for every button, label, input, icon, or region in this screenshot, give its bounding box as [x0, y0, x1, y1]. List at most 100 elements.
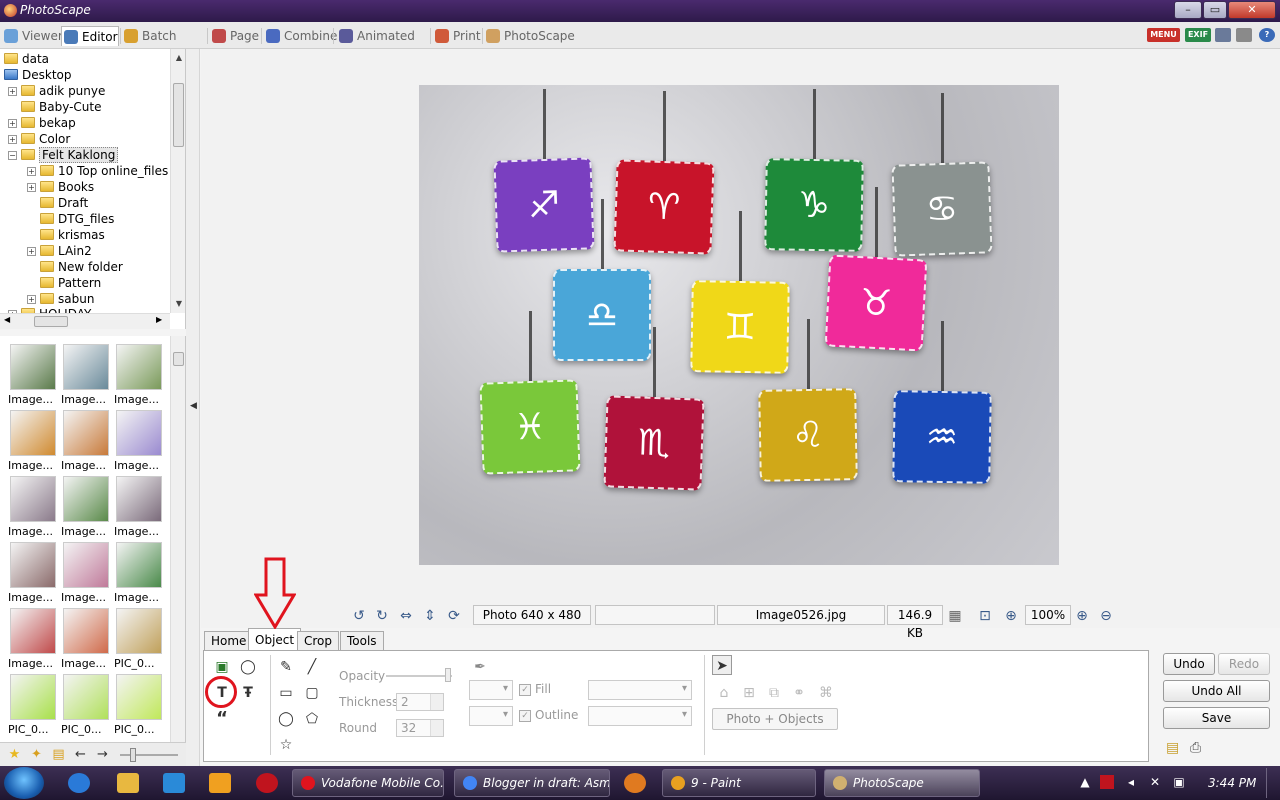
- opacity-slider[interactable]: [386, 675, 452, 677]
- flip-horizontal-icon[interactable]: ⇔: [398, 608, 414, 624]
- rotate-right-icon[interactable]: ↻: [374, 608, 390, 624]
- tree-item[interactable]: +10 Top online_files: [27, 163, 168, 179]
- rounded-rectangle-icon[interactable]: ▢: [302, 683, 322, 703]
- copy-icon[interactable]: [1236, 28, 1252, 42]
- ellipse-icon[interactable]: ◯: [276, 709, 296, 729]
- exif-button[interactable]: EXIF: [1185, 28, 1211, 42]
- maximize-button[interactable]: ▭: [1203, 1, 1227, 19]
- signal-icon[interactable]: [1100, 775, 1114, 789]
- print-icon[interactable]: ⎙: [1190, 740, 1201, 756]
- page-setup-icon[interactable]: ▤: [1166, 740, 1179, 756]
- volume-icon[interactable]: ◂: [1124, 775, 1138, 789]
- pencil-icon[interactable]: ✎: [276, 657, 296, 677]
- tab-page[interactable]: Page: [210, 26, 260, 46]
- thumbnail-item[interactable]: Image...: [61, 344, 111, 406]
- back-arrow-icon[interactable]: ←: [73, 748, 88, 762]
- thumbnail-item[interactable]: PIC_0...: [114, 608, 164, 670]
- thumbnail-size-slider[interactable]: [120, 754, 178, 756]
- thumbnail-item[interactable]: Image...: [8, 344, 58, 406]
- object-icon-3[interactable]: ⧉: [764, 683, 784, 703]
- tree-item[interactable]: Draft: [40, 195, 88, 211]
- expand-icon[interactable]: +: [8, 135, 17, 144]
- show-desktop-button[interactable]: [1266, 768, 1278, 798]
- thumbnail-item[interactable]: Image...: [114, 410, 164, 472]
- object-icon-1[interactable]: ⌂: [714, 683, 734, 703]
- thumbnail-item[interactable]: Image...: [114, 542, 164, 604]
- tree-item[interactable]: + bekap: [8, 115, 76, 131]
- firefox-icon[interactable]: [624, 773, 646, 793]
- tab-tools[interactable]: Tools: [340, 631, 384, 651]
- outline-checkbox[interactable]: ✓: [519, 710, 531, 722]
- scroll-thumb[interactable]: [173, 83, 184, 147]
- save-button[interactable]: Save: [1163, 707, 1270, 729]
- expand-icon[interactable]: +: [27, 183, 36, 192]
- scroll-thumb[interactable]: [173, 352, 184, 366]
- minimize-button[interactable]: –: [1174, 1, 1202, 19]
- scroll-up-icon[interactable]: ▲: [173, 53, 185, 63]
- thumbnail-item[interactable]: Image...: [61, 542, 111, 604]
- rotate-left-icon[interactable]: ↺: [351, 608, 367, 624]
- undo-button[interactable]: Undo: [1163, 653, 1215, 675]
- tree-item[interactable]: DTG_files: [40, 211, 114, 227]
- fill-color-dropdown[interactable]: [469, 680, 513, 700]
- tree-item[interactable]: New folder: [40, 259, 123, 275]
- object-icon-2[interactable]: ⊞: [739, 683, 759, 703]
- thumbnail-item[interactable]: Image...: [61, 476, 111, 538]
- round-stepper[interactable]: 32: [396, 719, 444, 737]
- expand-icon[interactable]: +: [27, 247, 36, 256]
- panel-splitter[interactable]: ◀: [186, 49, 200, 766]
- forward-arrow-icon[interactable]: →: [95, 748, 110, 762]
- messenger-icon[interactable]: [163, 773, 185, 793]
- tree-item[interactable]: + adik punye: [8, 83, 105, 99]
- thumbnail-item[interactable]: PIC_0...: [61, 674, 111, 736]
- outline-style-dropdown[interactable]: [588, 706, 692, 726]
- internet-explorer-icon[interactable]: [68, 773, 90, 793]
- speech-balloon-icon[interactable]: ◯: [238, 657, 258, 677]
- network-icon[interactable]: ▣: [1172, 775, 1186, 789]
- checkerboard-icon[interactable]: ▦: [947, 608, 963, 624]
- star-icon[interactable]: ☆: [276, 735, 296, 755]
- view-mode-icon[interactable]: [1215, 28, 1231, 42]
- tab-animated-gif[interactable]: Animated GIF: [337, 26, 429, 63]
- tab-print[interactable]: Print: [433, 26, 481, 46]
- expand-icon[interactable]: +: [27, 295, 36, 304]
- insert-photo-icon[interactable]: ▣: [212, 657, 232, 677]
- zoom-out-icon[interactable]: ⊖: [1098, 608, 1114, 624]
- task-vodafone[interactable]: Vodafone Mobile Co...: [292, 769, 444, 797]
- thumbnail-item[interactable]: Image...: [61, 410, 111, 472]
- text-style-icon[interactable]: Ŧ: [238, 683, 258, 703]
- rotate-arbitrary-icon[interactable]: ⟳: [446, 608, 462, 624]
- undo-all-button[interactable]: Undo All: [1163, 680, 1270, 702]
- task-paint[interactable]: 9 - Paint: [662, 769, 816, 797]
- tab-editor[interactable]: Editor: [61, 26, 119, 46]
- flip-vertical-icon[interactable]: ⇕: [422, 608, 438, 624]
- tab-crop[interactable]: Crop: [297, 631, 340, 651]
- zoom-in-icon[interactable]: ⊕: [1074, 608, 1090, 624]
- tree-item[interactable]: Desktop: [4, 67, 72, 83]
- expand-icon[interactable]: +: [8, 87, 17, 96]
- slider-handle[interactable]: [130, 748, 136, 762]
- tree-item[interactable]: Pattern: [40, 275, 101, 291]
- thumbnail-item[interactable]: PIC_0...: [114, 674, 164, 736]
- tab-batch-editor[interactable]: Batch Editor: [122, 26, 206, 63]
- scroll-right-icon[interactable]: ▶: [156, 315, 162, 324]
- tree-item-selected[interactable]: − Felt Kaklong: [8, 147, 119, 163]
- polygon-icon[interactable]: ⬠: [302, 709, 322, 729]
- line-icon[interactable]: ╱: [302, 657, 322, 677]
- photo-objects-button[interactable]: Photo + Objects: [712, 708, 838, 730]
- tree-item[interactable]: krismas: [40, 227, 105, 243]
- help-icon[interactable]: ?: [1259, 28, 1275, 42]
- thumbnail-item[interactable]: Image...: [8, 608, 58, 670]
- tree-vertical-scrollbar[interactable]: ▲ ▼: [170, 49, 185, 313]
- thumbnail-item[interactable]: Image...: [114, 476, 164, 538]
- thumbnail-item[interactable]: Image...: [61, 608, 111, 670]
- thumbs-vertical-scrollbar[interactable]: [170, 336, 185, 742]
- menu-button[interactable]: MENU: [1147, 28, 1180, 42]
- task-photoscape[interactable]: PhotoScape: [824, 769, 980, 797]
- file-explorer-icon[interactable]: [117, 773, 139, 793]
- scroll-left-icon[interactable]: ◀: [4, 315, 10, 324]
- tree-item[interactable]: + Color: [8, 131, 70, 147]
- thumbnail-item[interactable]: Image...: [8, 542, 58, 604]
- start-button[interactable]: [4, 767, 44, 799]
- media-app-icon[interactable]: [256, 773, 278, 793]
